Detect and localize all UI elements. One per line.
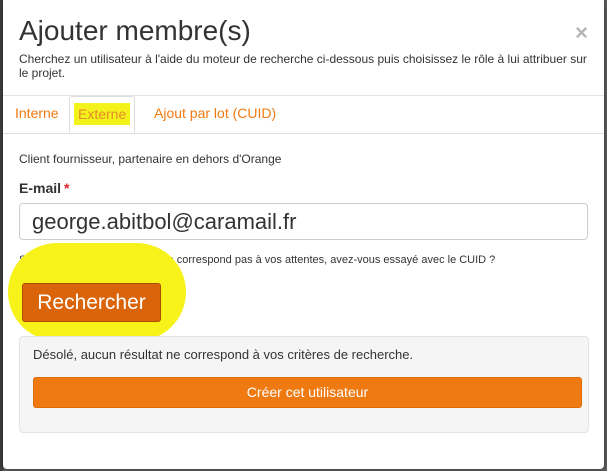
tab-label: Externe [74, 103, 131, 125]
modal-header: Ajouter membre(s) × Cherchez un utilisat… [3, 0, 604, 96]
email-label: E-mail * [19, 180, 69, 196]
member-type-tabs: Interne Externe Ajout par lot (CUID) [3, 96, 604, 134]
external-subtitle: Client fournisseur, partenaire en dehors… [19, 152, 282, 166]
modal-description: Cherchez un utilisateur à l'aide du mote… [19, 52, 587, 80]
email-field[interactable] [19, 203, 588, 240]
add-member-modal: Ajouter membre(s) × Cherchez un utilisat… [3, 0, 604, 469]
required-mark: * [64, 180, 70, 196]
tab-ajout-par-lot[interactable]: Ajout par lot (CUID) [143, 96, 287, 130]
tab-label: Ajout par lot (CUID) [154, 105, 277, 121]
close-icon[interactable]: × [575, 22, 588, 44]
modal-title: Ajouter membre(s) [19, 15, 251, 46]
search-result-panel: Désolé, aucun résultat ne correspond à v… [19, 336, 589, 433]
tab-label: Interne [15, 105, 59, 121]
search-button[interactable]: Rechercher [22, 283, 161, 322]
tab-interne[interactable]: Interne [4, 96, 70, 130]
create-user-button[interactable]: Créer cet utilisateur [33, 377, 582, 408]
email-label-text: E-mail [19, 180, 62, 196]
tab-externe[interactable]: Externe [69, 96, 136, 133]
no-result-message: Désolé, aucun résultat ne correspond à v… [33, 347, 414, 362]
